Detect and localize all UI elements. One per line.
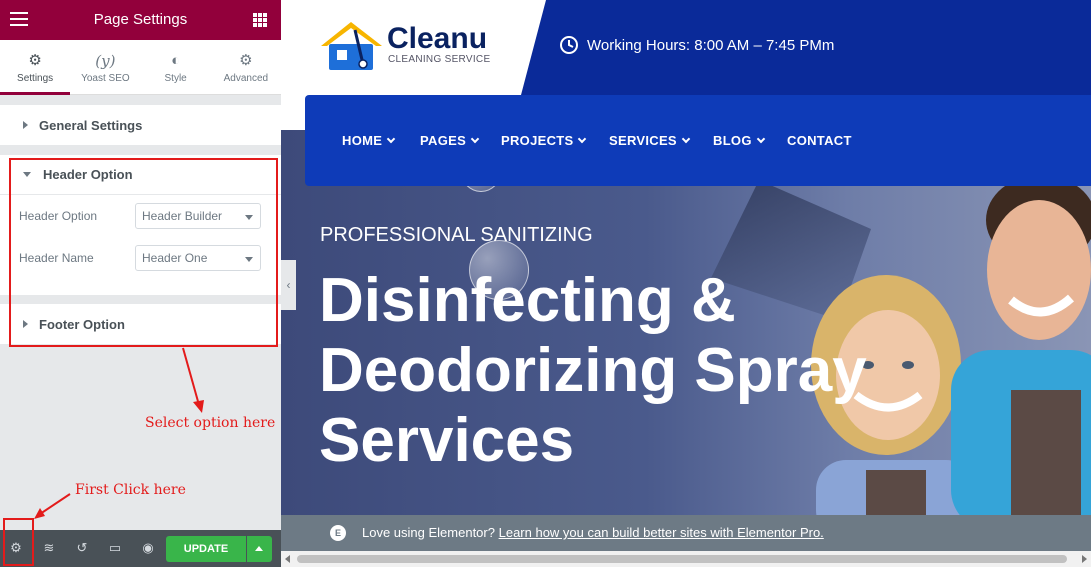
promo-text: Love using Elementor? xyxy=(362,525,495,540)
logo-area[interactable]: Cleanu CLEANING SERVICE xyxy=(281,0,546,95)
nav-contact[interactable]: CONTACT xyxy=(787,133,852,148)
nav-label: CONTACT xyxy=(787,133,852,148)
navigator-layers-icon[interactable]: ≋ xyxy=(41,540,57,556)
preview-eye-icon[interactable]: ◉ xyxy=(140,540,156,556)
nav-label: PAGES xyxy=(420,133,467,148)
hero-title: Disinfecting & Deodorizing Spray Service… xyxy=(319,266,867,475)
nav-label: HOME xyxy=(342,133,383,148)
chevron-down-icon xyxy=(386,134,396,143)
working-hours-text: Working Hours: 8:00 AM – 7:45 PMm xyxy=(587,36,835,54)
hero-subtitle: PROFESSIONAL SANITIZING xyxy=(320,224,593,246)
nav-label: BLOG xyxy=(713,133,752,148)
scroll-right-arrow-icon[interactable] xyxy=(1082,555,1087,563)
working-hours: Working Hours: 8:00 AM – 7:45 PMm xyxy=(559,35,834,55)
chevron-down-icon xyxy=(470,134,480,143)
caret-up-icon xyxy=(255,546,263,551)
man-photo xyxy=(951,180,1091,515)
nav-blog[interactable]: BLOG xyxy=(713,133,766,148)
annotation-first-click: First Click here xyxy=(75,482,186,498)
clock-icon xyxy=(560,36,578,54)
panel-footer-toolbar: ⚙ ≋ ↺ ▭ ◉ UPDATE xyxy=(0,530,281,567)
chevron-down-icon xyxy=(681,134,691,143)
chevron-down-icon xyxy=(756,134,766,143)
scrollbar-thumb[interactable] xyxy=(297,555,1067,563)
history-icon[interactable]: ↺ xyxy=(74,540,90,556)
update-options-button[interactable] xyxy=(247,536,272,562)
elementor-panel: Page Settings ⚙ Settings (y) Yoast SEO ◐… xyxy=(0,0,281,567)
nav-home[interactable]: HOME xyxy=(342,133,396,148)
site-topbar: Cleanu CLEANING SERVICE Working Hours: 8… xyxy=(281,0,1091,95)
logo-name: Cleanu xyxy=(387,22,488,55)
promo-link[interactable]: Learn how you can build better sites wit… xyxy=(499,525,824,540)
scroll-left-arrow-icon[interactable] xyxy=(285,555,290,563)
nav-services[interactable]: SERVICES xyxy=(609,133,691,148)
collapse-panel-handle[interactable]: ‹ xyxy=(281,260,296,310)
annotation-highlight-box xyxy=(3,518,34,566)
site-preview: Cleanu CLEANING SERVICE Working Hours: 8… xyxy=(281,0,1091,567)
main-navigation: HOME PAGES PROJECTS SERVICES BLOG CONTAC… xyxy=(305,95,1091,186)
annotation-select-option: Select option here xyxy=(145,415,276,431)
elementor-promo-bar: E Love using Elementor? Learn how you ca… xyxy=(281,515,1091,551)
chevron-down-icon xyxy=(578,134,587,143)
nav-projects[interactable]: PROJECTS xyxy=(501,133,587,148)
elementor-logo-icon: E xyxy=(330,525,346,541)
logo-tagline: CLEANING SERVICE xyxy=(388,54,491,65)
nav-label: PROJECTS xyxy=(501,133,574,148)
nav-pages[interactable]: PAGES xyxy=(420,133,480,148)
nav-label: SERVICES xyxy=(609,133,677,148)
responsive-mode-icon[interactable]: ▭ xyxy=(107,540,123,556)
house-logo-icon xyxy=(321,22,382,70)
promo-message: Love using Elementor? Learn how you can … xyxy=(362,525,824,540)
horizontal-scrollbar[interactable] xyxy=(281,551,1091,567)
update-button[interactable]: UPDATE xyxy=(166,536,246,562)
